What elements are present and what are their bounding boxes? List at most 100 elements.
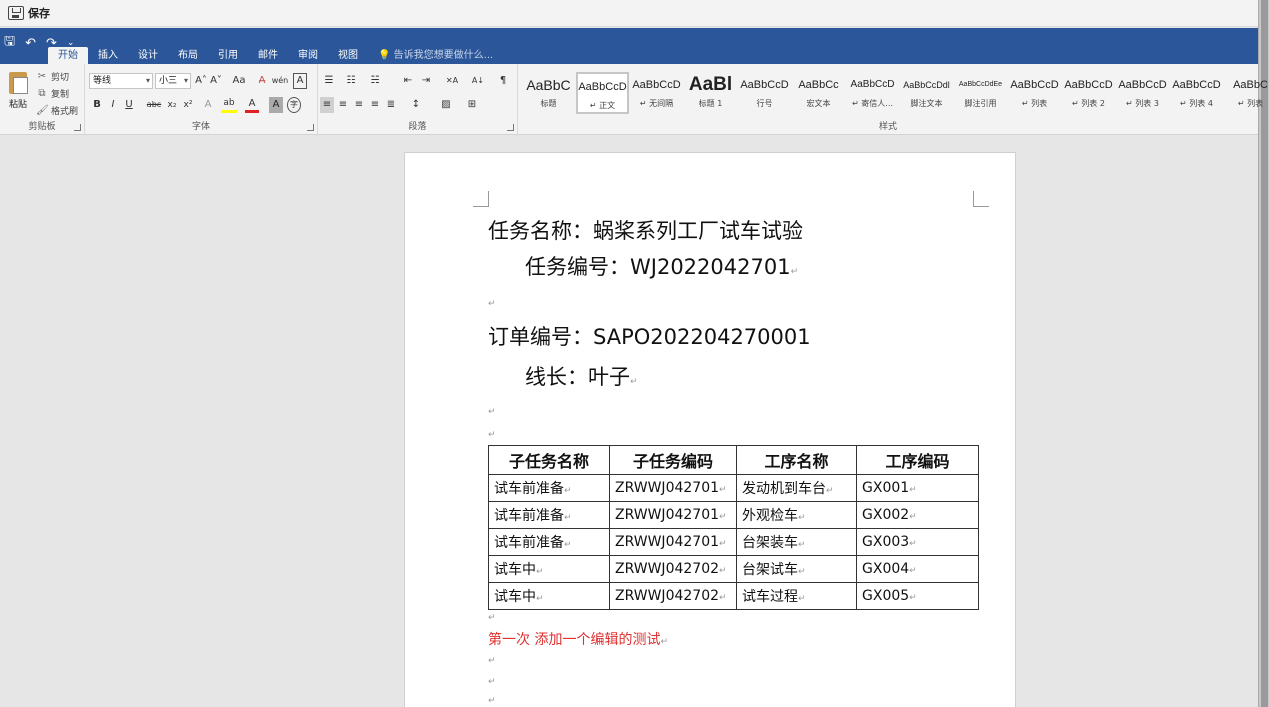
borders-button[interactable]: ⊞: [464, 97, 480, 113]
sort-button[interactable]: A↓: [470, 73, 486, 89]
cut-button[interactable]: ✂ 剪切: [36, 70, 69, 83]
style-item[interactable]: AaBbCcD ↵ 无间隔: [630, 72, 683, 114]
style-item[interactable]: AaBbCcDdl 脚注文本: [900, 72, 953, 114]
clipboard-launcher[interactable]: [74, 124, 81, 131]
clear-format-button[interactable]: A̶: [255, 73, 269, 89]
table-cell[interactable]: 试车过程↵: [736, 582, 857, 610]
style-item[interactable]: AaBl 标题 1: [684, 72, 737, 114]
style-item[interactable]: AaBbCcDdEe 脚注引用: [954, 72, 1007, 114]
header-subtask-name[interactable]: 子任务名称: [488, 445, 610, 475]
document-page[interactable]: 任务名称：蜗桨系列工厂试车试验 任务编号：WJ2022042701↵ ↵ 订单编…: [404, 152, 1016, 707]
table-cell[interactable]: ZRWWJ042702↵: [609, 555, 737, 583]
header-subtask-code[interactable]: 子任务编码: [609, 445, 737, 475]
center-button[interactable]: ≡: [336, 97, 350, 113]
phonetic-guide-button[interactable]: wén: [271, 73, 289, 89]
table-cell[interactable]: 台架试车↵: [736, 555, 857, 583]
style-item[interactable]: AaBbCcD 行号: [738, 72, 791, 114]
text-effects-button[interactable]: A: [201, 97, 215, 113]
multilevel-list-button[interactable]: ☵: [366, 73, 384, 89]
order-number-line[interactable]: 订单编号：SAPO202204270001: [488, 321, 811, 351]
save-button[interactable]: 保存: [28, 5, 50, 21]
tab-mailings[interactable]: 邮件: [248, 47, 288, 64]
change-case-button[interactable]: Aa: [229, 73, 249, 89]
table-cell[interactable]: 试车前准备↵: [488, 501, 610, 529]
subscript-button[interactable]: x₂: [165, 97, 179, 113]
font-size-combo[interactable]: 小三 ▾: [155, 73, 191, 89]
header-process-code[interactable]: 工序编码: [856, 445, 979, 475]
task-number-line[interactable]: 任务编号：WJ2022042701↵: [525, 251, 798, 281]
justify-button[interactable]: ≡: [368, 97, 382, 113]
table-cell[interactable]: GX003↵: [856, 528, 979, 556]
empty-paragraph[interactable]: ↵: [488, 407, 496, 417]
tab-layout[interactable]: 布局: [168, 47, 208, 64]
empty-paragraph[interactable]: ↵: [488, 613, 496, 623]
style-item[interactable]: AaBbCcD ↵ 列表 3: [1116, 72, 1169, 114]
table-cell[interactable]: GX002↵: [856, 501, 979, 529]
style-item[interactable]: AaBbCcD ↵ 正文: [576, 72, 629, 114]
table-cell[interactable]: 外观检车↵: [736, 501, 857, 529]
increase-indent-button[interactable]: ⇥: [418, 73, 434, 89]
grow-font-button[interactable]: A˄: [194, 73, 208, 89]
tab-insert[interactable]: 插入: [88, 47, 128, 64]
paste-button[interactable]: 粘贴: [6, 72, 30, 112]
table-cell[interactable]: GX001↵: [856, 474, 979, 502]
table-cell[interactable]: ZRWWJ042701↵: [609, 528, 737, 556]
empty-paragraph[interactable]: ↵: [488, 430, 496, 440]
style-item[interactable]: AaBbCcD ↵ 列表: [1008, 72, 1061, 114]
align-right-button[interactable]: ≡: [352, 97, 366, 113]
show-marks-button[interactable]: ¶: [496, 73, 510, 89]
style-item[interactable]: AaBbC 标题: [522, 72, 575, 114]
tab-references[interactable]: 引用: [208, 47, 248, 64]
shrink-font-button[interactable]: A˅: [209, 73, 223, 89]
red-note-line[interactable]: 第一次 添加一个编辑的测试↵: [488, 629, 668, 649]
highlight-button[interactable]: ab: [221, 97, 237, 113]
table-cell[interactable]: 台架装车↵: [736, 528, 857, 556]
empty-paragraph[interactable]: ↵: [488, 299, 496, 309]
table-cell[interactable]: 试车中↵: [488, 582, 610, 610]
table-cell[interactable]: 发动机到车台↵: [736, 474, 857, 502]
distributed-button[interactable]: ≣: [384, 97, 398, 113]
empty-paragraph[interactable]: ↵: [488, 696, 496, 706]
align-left-button[interactable]: ≡: [320, 97, 334, 113]
strikethrough-button[interactable]: abc: [145, 97, 163, 113]
empty-paragraph[interactable]: ↵: [488, 677, 496, 687]
copy-button[interactable]: ⧉ 复制: [36, 87, 69, 100]
empty-paragraph[interactable]: ↵: [488, 656, 496, 666]
tab-design[interactable]: 设计: [128, 47, 168, 64]
style-item[interactable]: AaBbCcD ↵ 列表 4: [1170, 72, 1223, 114]
table-cell[interactable]: ZRWWJ042702↵: [609, 582, 737, 610]
italic-button[interactable]: I: [107, 97, 119, 113]
numbering-button[interactable]: ☷: [342, 73, 360, 89]
paragraph-launcher[interactable]: [507, 124, 514, 131]
tab-view[interactable]: 视图: [328, 47, 368, 64]
tab-home[interactable]: 开始: [48, 47, 88, 64]
bullets-button[interactable]: ☰: [320, 73, 338, 89]
task-table[interactable]: 子任务名称 子任务编码 工序名称 工序编码 试车前准备↵ ZRWWJ042701↵…: [488, 445, 979, 610]
table-cell[interactable]: GX005↵: [856, 582, 979, 610]
task-name-line[interactable]: 任务名称：蜗桨系列工厂试车试验: [488, 215, 803, 245]
underline-button[interactable]: U: [123, 97, 135, 113]
enclose-char-button[interactable]: 字: [287, 97, 301, 113]
chinese-layout-button[interactable]: ✕A: [442, 73, 462, 89]
line-leader-line[interactable]: 线长：叶子↵: [525, 361, 638, 391]
table-cell[interactable]: ZRWWJ042701↵: [609, 474, 737, 502]
char-border-button[interactable]: A: [293, 73, 307, 89]
tab-review[interactable]: 审阅: [288, 47, 328, 64]
style-item[interactable]: AaBbC ↵ 列表: [1224, 72, 1269, 114]
style-item[interactable]: AaBbCcD ↵ 寄信人...: [846, 72, 899, 114]
table-cell[interactable]: 试车前准备↵: [488, 474, 610, 502]
table-cell[interactable]: 试车中↵: [488, 555, 610, 583]
char-shading-button[interactable]: A: [269, 97, 283, 113]
line-spacing-button[interactable]: ↕: [408, 97, 424, 113]
tell-me-search[interactable]: 💡 告诉我您想要做什么...: [368, 47, 493, 64]
shading-button[interactable]: ▨: [438, 97, 454, 113]
save-icon[interactable]: [8, 6, 24, 20]
bold-button[interactable]: B: [91, 97, 103, 113]
font-color-button[interactable]: A: [245, 97, 259, 113]
table-cell[interactable]: 试车前准备↵: [488, 528, 610, 556]
style-item[interactable]: AaBbCc 宏文本: [792, 72, 845, 114]
table-cell[interactable]: ZRWWJ042701↵: [609, 501, 737, 529]
header-process-name[interactable]: 工序名称: [736, 445, 857, 475]
table-cell[interactable]: GX004↵: [856, 555, 979, 583]
decrease-indent-button[interactable]: ⇤: [400, 73, 416, 89]
